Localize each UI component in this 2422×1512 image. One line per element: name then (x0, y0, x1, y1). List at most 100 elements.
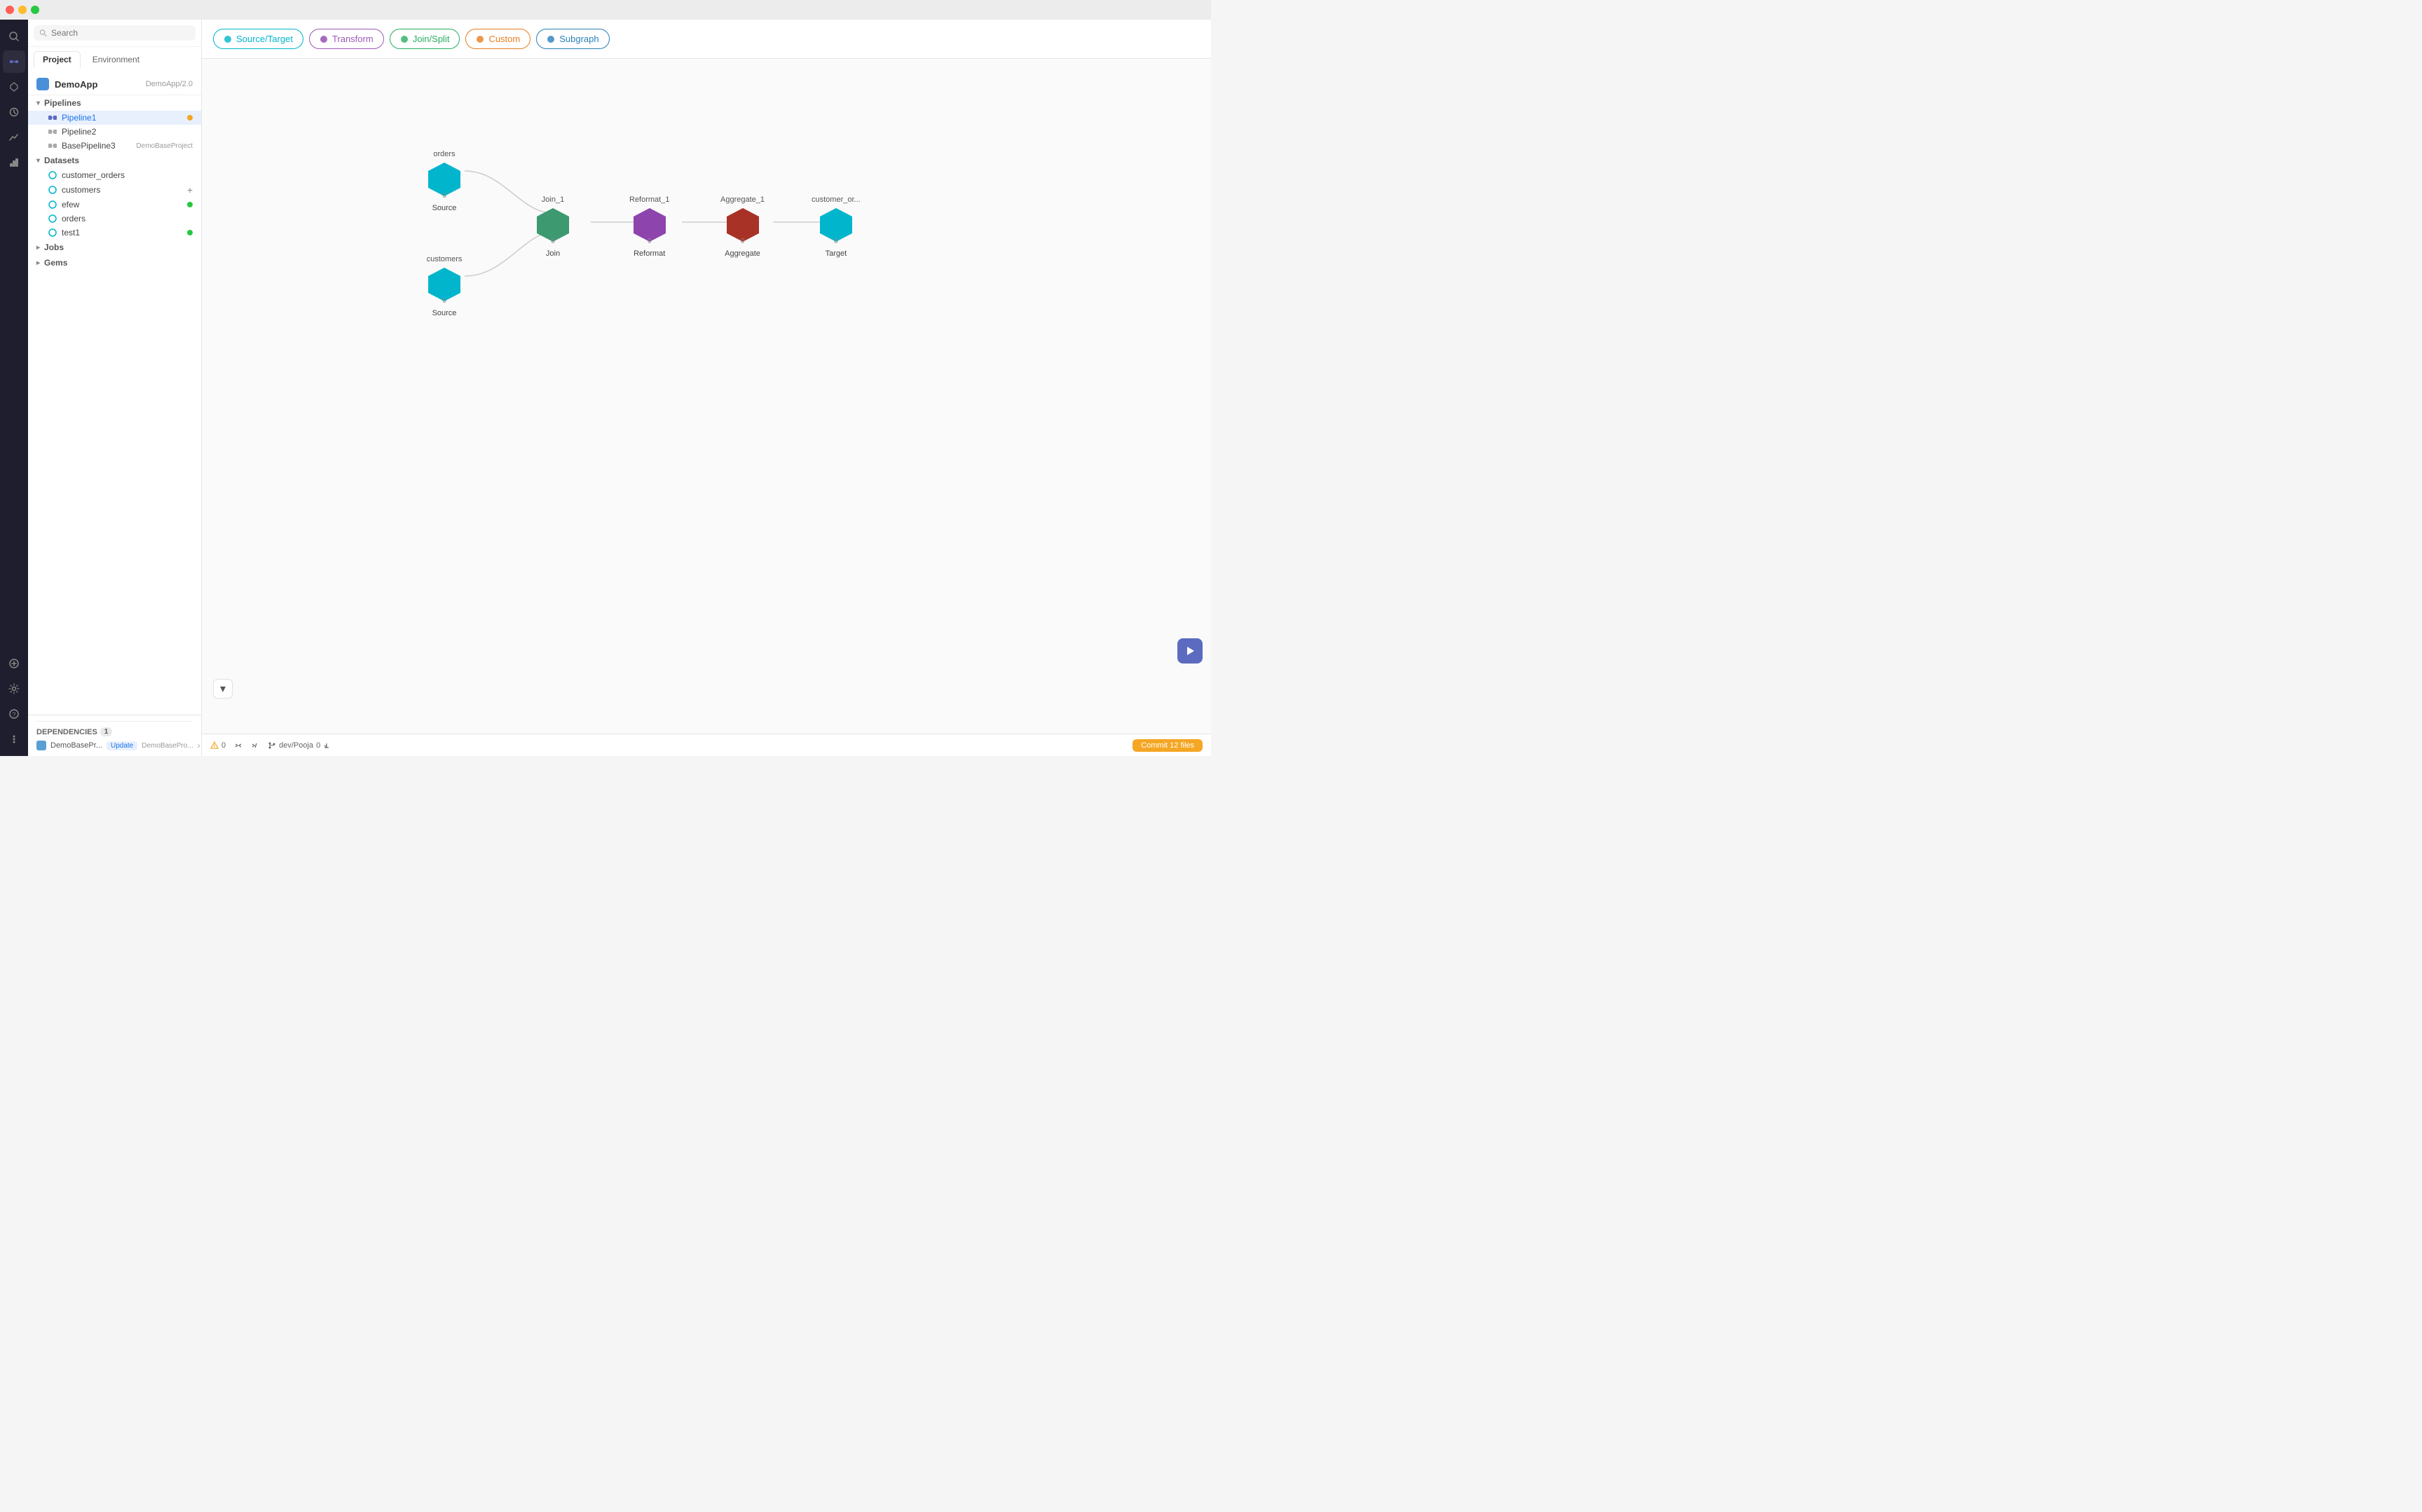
filter-subgraph[interactable]: Subgraph (536, 29, 609, 49)
jobs-header[interactable]: ▸ Jobs (28, 240, 201, 255)
test1-label: test1 (62, 228, 183, 238)
node-target-title: customer_or... (812, 195, 861, 204)
node-aggregate[interactable]: Aggregate_1 0 Aggregate (720, 195, 765, 258)
dataset-icon (48, 228, 57, 238)
filter-join-split[interactable]: Join/Split (390, 29, 460, 49)
tab-environment[interactable]: Environment (83, 51, 149, 68)
tree-item-pipeline1[interactable]: Pipeline1 (28, 111, 201, 125)
datasets-label: Datasets (44, 156, 79, 165)
node-customers-label: Source (432, 309, 457, 317)
filter-custom[interactable]: Custom (465, 29, 531, 49)
nav-add[interactable] (3, 652, 25, 675)
pipeline-connections (391, 115, 1022, 360)
dependency-item[interactable]: DemoBasePr... Update DemoBasePro... › (36, 741, 193, 750)
node-orders-source[interactable]: orders 0 Source (426, 150, 463, 212)
nav-settings[interactable] (3, 678, 25, 700)
tree-item-orders[interactable]: orders (28, 212, 201, 226)
app-container: ? Project Environment (0, 20, 1211, 756)
tab-project[interactable]: Project (34, 51, 81, 68)
minimize-dot[interactable] (18, 6, 27, 14)
gems-header[interactable]: ▸ Gems (28, 255, 201, 270)
filter-transform[interactable]: Transform (309, 29, 384, 49)
maximize-dot[interactable] (31, 6, 39, 14)
commit-button[interactable]: Commit 12 files (1133, 739, 1203, 752)
code-indicator[interactable] (234, 741, 242, 750)
pipeline-icon (48, 113, 57, 123)
node-aggregate-count: 0 (741, 238, 745, 245)
node-join[interactable]: Join_1 0 Join (535, 195, 571, 258)
tree-item-efew[interactable]: efew (28, 198, 201, 212)
sidebar: Project Environment DemoApp DemoApp/2.0 … (28, 20, 202, 756)
pipelines-header[interactable]: ▾ Pipelines (28, 95, 201, 111)
tree-section-jobs: ▸ Jobs (28, 240, 201, 255)
node-customers-source[interactable]: customers 0 Source (426, 255, 463, 317)
nav-history[interactable] (3, 101, 25, 123)
tree-item-basepipeline3[interactable]: BasePipeline3 DemoBaseProject (28, 139, 201, 153)
chevron-down-icon: ▾ (36, 99, 40, 107)
customer-orders-label: customer_orders (62, 170, 193, 180)
filter-source-target-label: Source/Target (236, 34, 293, 44)
node-target[interactable]: customer_or... 0 Target (812, 195, 861, 258)
search-box[interactable] (34, 25, 196, 41)
tree-item-pipeline2[interactable]: Pipeline2 (28, 125, 201, 139)
pipeline-canvas[interactable]: orders 0 Source customers 0 Source (202, 59, 1211, 734)
filter-subgraph-label: Subgraph (559, 34, 598, 44)
filter-transform-label: Transform (332, 34, 374, 44)
main-area: Source/Target Transform Join/Split Custo… (202, 20, 1211, 756)
filter-custom-label: Custom (488, 34, 520, 44)
nav-metrics[interactable] (3, 126, 25, 149)
zoom-down-button[interactable]: ▾ (213, 679, 233, 699)
dependencies-label: DEPENDENCIES (36, 728, 97, 736)
source-code-indicator[interactable] (251, 741, 259, 750)
nav-gems[interactable] (3, 76, 25, 98)
pipeline-icon (48, 141, 57, 151)
play-icon (1185, 646, 1195, 656)
test1-status-dot (187, 230, 193, 235)
dependencies-header: DEPENDENCIES 1 (36, 727, 193, 736)
tree-item-customer-orders[interactable]: customer_orders (28, 168, 201, 182)
branch-icon (234, 741, 242, 750)
sidebar-tabs: Project Environment (28, 47, 201, 68)
orders-label: orders (62, 214, 193, 224)
jobs-label: Jobs (44, 242, 64, 252)
nav-pipeline[interactable] (3, 50, 25, 73)
update-dependency-button[interactable]: Update (107, 741, 137, 750)
filter-source-target[interactable]: Source/Target (213, 29, 303, 49)
titlebar (0, 0, 1211, 20)
search-icon (39, 29, 47, 37)
dataset-icon (48, 170, 57, 180)
svg-text:?: ? (13, 711, 16, 718)
node-aggregate-label: Aggregate (725, 249, 760, 258)
tree-item-test1[interactable]: test1 (28, 226, 201, 240)
pipeline1-label: Pipeline1 (62, 113, 183, 123)
dependency-name: DemoBasePr... (50, 741, 102, 750)
source-target-icon (224, 35, 232, 43)
node-reformat-label: Reformat (634, 249, 665, 258)
status-bar: 0 dev/Po (202, 734, 1211, 756)
close-dot[interactable] (6, 6, 14, 14)
tree-item-customers[interactable]: customers + (28, 182, 201, 198)
efew-status-dot (187, 202, 193, 207)
gems-label: Gems (44, 258, 67, 268)
node-target-count: 0 (834, 238, 838, 245)
dependency-version: DemoBasePro... (142, 742, 193, 750)
datasets-header[interactable]: ▾ Datasets (28, 153, 201, 168)
nav-more[interactable] (3, 728, 25, 750)
zoom-controls: ▾ (213, 679, 233, 699)
nav-help[interactable]: ? (3, 703, 25, 725)
transform-icon (320, 35, 328, 43)
branch-indicator[interactable]: dev/Pooja 0 (268, 741, 330, 750)
add-dataset-button[interactable]: + (187, 184, 193, 195)
custom-icon (476, 35, 484, 43)
nav-deploy[interactable] (3, 151, 25, 174)
play-button[interactable] (1177, 638, 1203, 664)
chevron-down-icon: ▾ (36, 157, 40, 165)
branch-name: dev/Pooja (279, 741, 313, 750)
nav-search[interactable] (3, 25, 25, 48)
search-input[interactable] (51, 28, 190, 38)
node-reformat[interactable]: Reformat_1 0 Reformat (629, 195, 669, 258)
dataset-icon (48, 214, 57, 224)
app-icon (36, 78, 49, 90)
tree-section-gems: ▸ Gems (28, 255, 201, 270)
toolbar: Source/Target Transform Join/Split Custo… (202, 20, 1211, 59)
